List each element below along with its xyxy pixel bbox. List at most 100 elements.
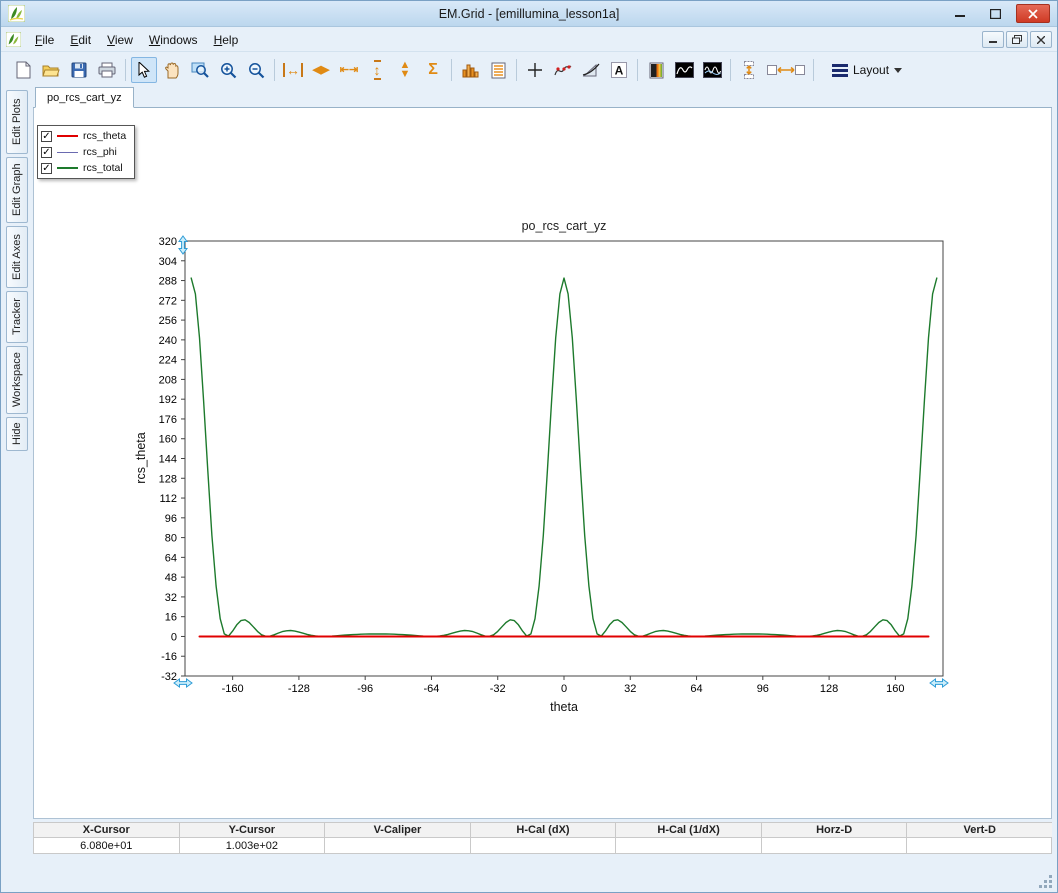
- sidebar-tab-hide[interactable]: Hide: [6, 417, 28, 451]
- checkbox-checked-icon[interactable]: ✓: [41, 131, 52, 142]
- slope-marker-icon: [582, 62, 600, 78]
- y-tick-label: 0: [171, 631, 177, 643]
- y-tick-label: 208: [159, 374, 177, 386]
- menu-file[interactable]: File: [27, 30, 62, 50]
- x-tick-label: -160: [222, 683, 244, 695]
- minimize-icon: [955, 9, 965, 18]
- side-tab-strip: Edit Plots Edit Graph Edit Axes Tracker …: [1, 87, 33, 819]
- horizontal-limits-icon: [767, 63, 805, 77]
- print-button[interactable]: [94, 57, 120, 83]
- vertical-limits-icon: [741, 61, 757, 79]
- pan-hand-button[interactable]: [159, 57, 185, 83]
- minimize-button[interactable]: [946, 4, 974, 23]
- legend-line-sample: [57, 167, 78, 168]
- crosshair-button[interactable]: [522, 57, 548, 83]
- fit-width-button[interactable]: ↔: [280, 57, 306, 83]
- sidebar-tab-edit-graph[interactable]: Edit Graph: [6, 157, 28, 223]
- chevron-down-icon: [894, 68, 902, 73]
- y-tick-label: 144: [159, 454, 177, 466]
- save-icon: [71, 62, 87, 78]
- axis-handle-vertical[interactable]: [179, 236, 187, 254]
- waveform-2-button[interactable]: [699, 57, 725, 83]
- crosshair-icon: [527, 62, 543, 78]
- data-columns-button[interactable]: [485, 57, 511, 83]
- shift-left-right-button[interactable]: ◀▶: [308, 57, 334, 83]
- sidebar-tab-edit-plots[interactable]: Edit Plots: [6, 90, 28, 154]
- new-document-button[interactable]: [10, 57, 36, 83]
- toolbar-separator: [730, 59, 731, 81]
- mdi-minimize-icon: [989, 36, 997, 44]
- menu-help[interactable]: Help: [206, 30, 247, 50]
- zoom-out-button[interactable]: [243, 57, 269, 83]
- status-value-y-cursor: 1.003e+02: [179, 838, 325, 854]
- open-folder-button[interactable]: [38, 57, 64, 83]
- histogram-button[interactable]: [457, 57, 483, 83]
- toolbar-separator: [637, 59, 638, 81]
- sidebar-tab-workspace[interactable]: Workspace: [6, 346, 28, 414]
- close-button[interactable]: [1016, 4, 1050, 23]
- shift-up-down-button[interactable]: ▲▼: [392, 57, 418, 83]
- app-window: EM.Grid - [emillumina_lesson1a] File Edi…: [0, 0, 1058, 893]
- mdi-close-icon: [1037, 36, 1045, 44]
- zoom-window-button[interactable]: [187, 57, 213, 83]
- curve-markers-icon: [554, 62, 572, 78]
- select-cursor-button[interactable]: [131, 57, 157, 83]
- page-left-right-button[interactable]: ⇤⇥: [336, 57, 362, 83]
- y-axis-label: rcs_theta: [134, 432, 148, 483]
- autoscale-sum-button[interactable]: Σ: [420, 57, 446, 83]
- y-tick-label: 176: [159, 414, 177, 426]
- chart[interactable]: po_rcs_cart_yz rcs_theta theta -32-16016…: [34, 108, 1051, 818]
- checkbox-checked-icon[interactable]: ✓: [41, 147, 52, 158]
- mdi-minimize-button[interactable]: [982, 31, 1004, 48]
- fit-width-icon: ↔: [283, 63, 303, 77]
- document-tab[interactable]: po_rcs_cart_yz: [35, 87, 134, 108]
- menu-view[interactable]: View: [99, 30, 141, 50]
- mdi-restore-button[interactable]: [1006, 31, 1028, 48]
- slope-marker-button[interactable]: [578, 57, 604, 83]
- vertical-limits-button[interactable]: [736, 57, 762, 83]
- menu-windows[interactable]: Windows: [141, 30, 206, 50]
- document-logo-icon: [6, 32, 21, 47]
- sidebar-tab-edit-axes[interactable]: Edit Axes: [6, 226, 28, 288]
- resize-grip[interactable]: [1039, 874, 1053, 888]
- text-annotation-button[interactable]: A: [606, 57, 632, 83]
- x-tick-label: -128: [288, 683, 310, 695]
- fit-height-button[interactable]: ↕: [364, 57, 390, 83]
- zoom-in-button[interactable]: [215, 57, 241, 83]
- title-bar: EM.Grid - [emillumina_lesson1a]: [1, 1, 1057, 27]
- zoom-in-icon: [219, 61, 237, 79]
- legend-item-rcs-theta[interactable]: ✓ rcs_theta: [41, 128, 126, 144]
- y-tick-label: 48: [165, 572, 177, 584]
- mdi-close-button[interactable]: [1030, 31, 1052, 48]
- x-tick-label: 128: [820, 683, 838, 695]
- status-value-x-cursor: 6.080e+01: [33, 838, 179, 854]
- new-document-icon: [16, 61, 31, 79]
- checkbox-checked-icon[interactable]: ✓: [41, 163, 52, 174]
- layout-dropdown-button[interactable]: Layout: [824, 57, 910, 83]
- status-header: H-Cal (1/dX): [615, 822, 761, 838]
- horizontal-limits-button[interactable]: [764, 57, 808, 83]
- axis-handle-horizontal[interactable]: [930, 679, 948, 687]
- waveform-1-button[interactable]: [671, 57, 697, 83]
- maximize-button[interactable]: [981, 4, 1009, 23]
- plot-canvas: po_rcs_cart_yz po_rcs_cart_yz rcs_theta …: [33, 87, 1052, 819]
- sidebar-tab-tracker[interactable]: Tracker: [6, 291, 28, 343]
- save-button[interactable]: [66, 57, 92, 83]
- x-tick-label: 0: [561, 683, 567, 695]
- waveform-1-icon: [675, 62, 694, 78]
- status-header: X-Cursor: [33, 822, 179, 838]
- legend-line-sample: [57, 152, 78, 153]
- layout-label: Layout: [853, 63, 889, 77]
- legend-item-rcs-phi[interactable]: ✓ rcs_phi: [41, 144, 126, 160]
- legend-item-rcs-total[interactable]: ✓ rcs_total: [41, 160, 126, 176]
- curve-markers-button[interactable]: [550, 57, 576, 83]
- y-tick-label: 112: [159, 493, 177, 505]
- y-tick-label: 272: [159, 295, 177, 307]
- y-tick-label: 288: [159, 276, 177, 288]
- page-left-right-icon: ⇤⇥: [340, 66, 358, 75]
- select-cursor-icon: [138, 62, 150, 78]
- menu-edit[interactable]: Edit: [62, 30, 99, 50]
- x-tick-label: -64: [424, 683, 440, 695]
- image-plot-button[interactable]: [643, 57, 669, 83]
- toolbar-separator: [813, 59, 814, 81]
